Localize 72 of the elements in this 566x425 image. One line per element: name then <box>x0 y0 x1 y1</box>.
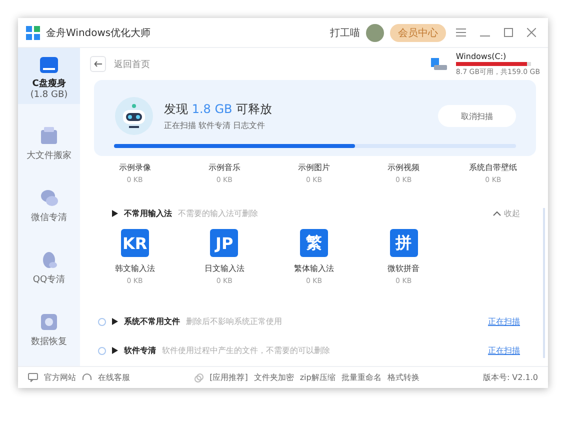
scrollbar[interactable] <box>543 208 545 358</box>
headset-icon <box>82 372 92 382</box>
tool-link[interactable]: zip解压缩 <box>300 372 336 383</box>
sidebar-label: 大文件搬家 <box>26 150 72 162</box>
app-logo-icon <box>26 26 40 40</box>
service-link[interactable]: 在线客服 <box>98 372 130 383</box>
input-method-icon: JP <box>210 229 238 257</box>
menu-icon <box>456 28 466 36</box>
sidebar-label: C盘瘦身 <box>32 77 66 90</box>
minimize-icon <box>480 34 490 36</box>
item-name: 示例录像 <box>118 162 151 173</box>
section-hint: 不需要的输入法可删除 <box>178 208 259 219</box>
section-hint: 软件使用过程中产生的文件，不需要的可以删除 <box>162 345 331 356</box>
scanning-link[interactable]: 正在扫描 <box>488 316 520 327</box>
sidebar-item[interactable]: 微信专清 <box>18 180 80 228</box>
item-name: 微软拼音 <box>388 263 420 274</box>
robot-icon <box>114 96 154 136</box>
sidebar-item[interactable]: C盘瘦身 (1.8 GB) <box>18 48 80 104</box>
item-name: 示例图片 <box>298 162 330 173</box>
item-name: 系统自带壁纸 <box>469 162 518 173</box>
sidebar-item[interactable]: QQ专清 <box>18 242 80 290</box>
box-icon <box>39 126 59 146</box>
section-hint: 删除后不影响系统正常使用 <box>186 316 283 327</box>
collapse-button[interactable]: 收起 <box>493 208 520 219</box>
user-name: 打工喵 <box>330 26 360 40</box>
sidebar-item[interactable]: 大文件搬家 <box>18 118 80 166</box>
input-method-icon: KR <box>120 229 149 257</box>
sidebar-label: 微信专清 <box>31 212 67 224</box>
avatar[interactable] <box>366 24 384 42</box>
drive-name: Windows(C:) <box>456 52 508 60</box>
chip-icon <box>39 312 59 332</box>
item-name: 韩文输入法 <box>114 263 155 274</box>
cancel-scan-button[interactable]: 取消扫描 <box>438 105 516 127</box>
chat-icon <box>39 188 59 208</box>
sidebar-label: QQ专清 <box>32 274 66 286</box>
back-button[interactable] <box>90 56 106 72</box>
section-title: 软件专清 <box>124 345 156 356</box>
expand-triangle-icon <box>112 347 118 354</box>
input-method-icon: 繁 <box>300 229 328 257</box>
section-title: 系统不常用文件 <box>124 316 180 327</box>
computer-icon <box>430 57 448 71</box>
sidebar-label: 数据恢复 <box>31 336 67 348</box>
maximize-icon <box>504 28 513 36</box>
item-name: 繁体输入法 <box>294 263 334 274</box>
found-size-text: 发现 1.8 GB 可释放 <box>164 101 274 118</box>
chat-icon <box>28 373 38 382</box>
item-name: 示例音乐 <box>208 162 240 173</box>
back-link[interactable]: 返回首页 <box>114 58 422 70</box>
expand-triangle-icon <box>112 318 118 325</box>
version-text: 版本号: V2.1.0 <box>482 372 538 383</box>
back-arrow-icon <box>94 60 102 66</box>
section-title: 不常用输入法 <box>124 208 172 219</box>
item-name: 日文输入法 <box>204 263 244 274</box>
website-link[interactable]: 官方网站 <box>44 372 76 383</box>
scanning-link[interactable]: 正在扫描 <box>488 345 520 356</box>
tool-link[interactable]: 批量重命名 <box>341 372 382 383</box>
link-icon <box>194 372 204 382</box>
expand-triangle-icon <box>112 210 118 217</box>
tool-link[interactable]: 格式转换 <box>387 372 420 383</box>
drive-icon <box>38 56 60 74</box>
item-name: 示例视频 <box>388 162 420 173</box>
window-title: 金舟Windows优化大师 <box>46 26 152 40</box>
sidebar-item[interactable]: 数据恢复 <box>18 304 80 352</box>
radio-button[interactable] <box>98 318 106 326</box>
input-method-icon: 拼 <box>390 229 418 257</box>
chevron-icon <box>493 211 501 216</box>
tool-link[interactable]: 文件夹加密 <box>254 372 294 383</box>
recommend-label: [应用推荐] <box>210 372 248 383</box>
close-icon <box>527 28 536 36</box>
radio-button[interactable] <box>98 346 106 354</box>
scan-status-text: 正在扫描 软件专清 日志文件 <box>164 120 266 131</box>
sidebar-size: (1.8 GB) <box>30 90 68 100</box>
